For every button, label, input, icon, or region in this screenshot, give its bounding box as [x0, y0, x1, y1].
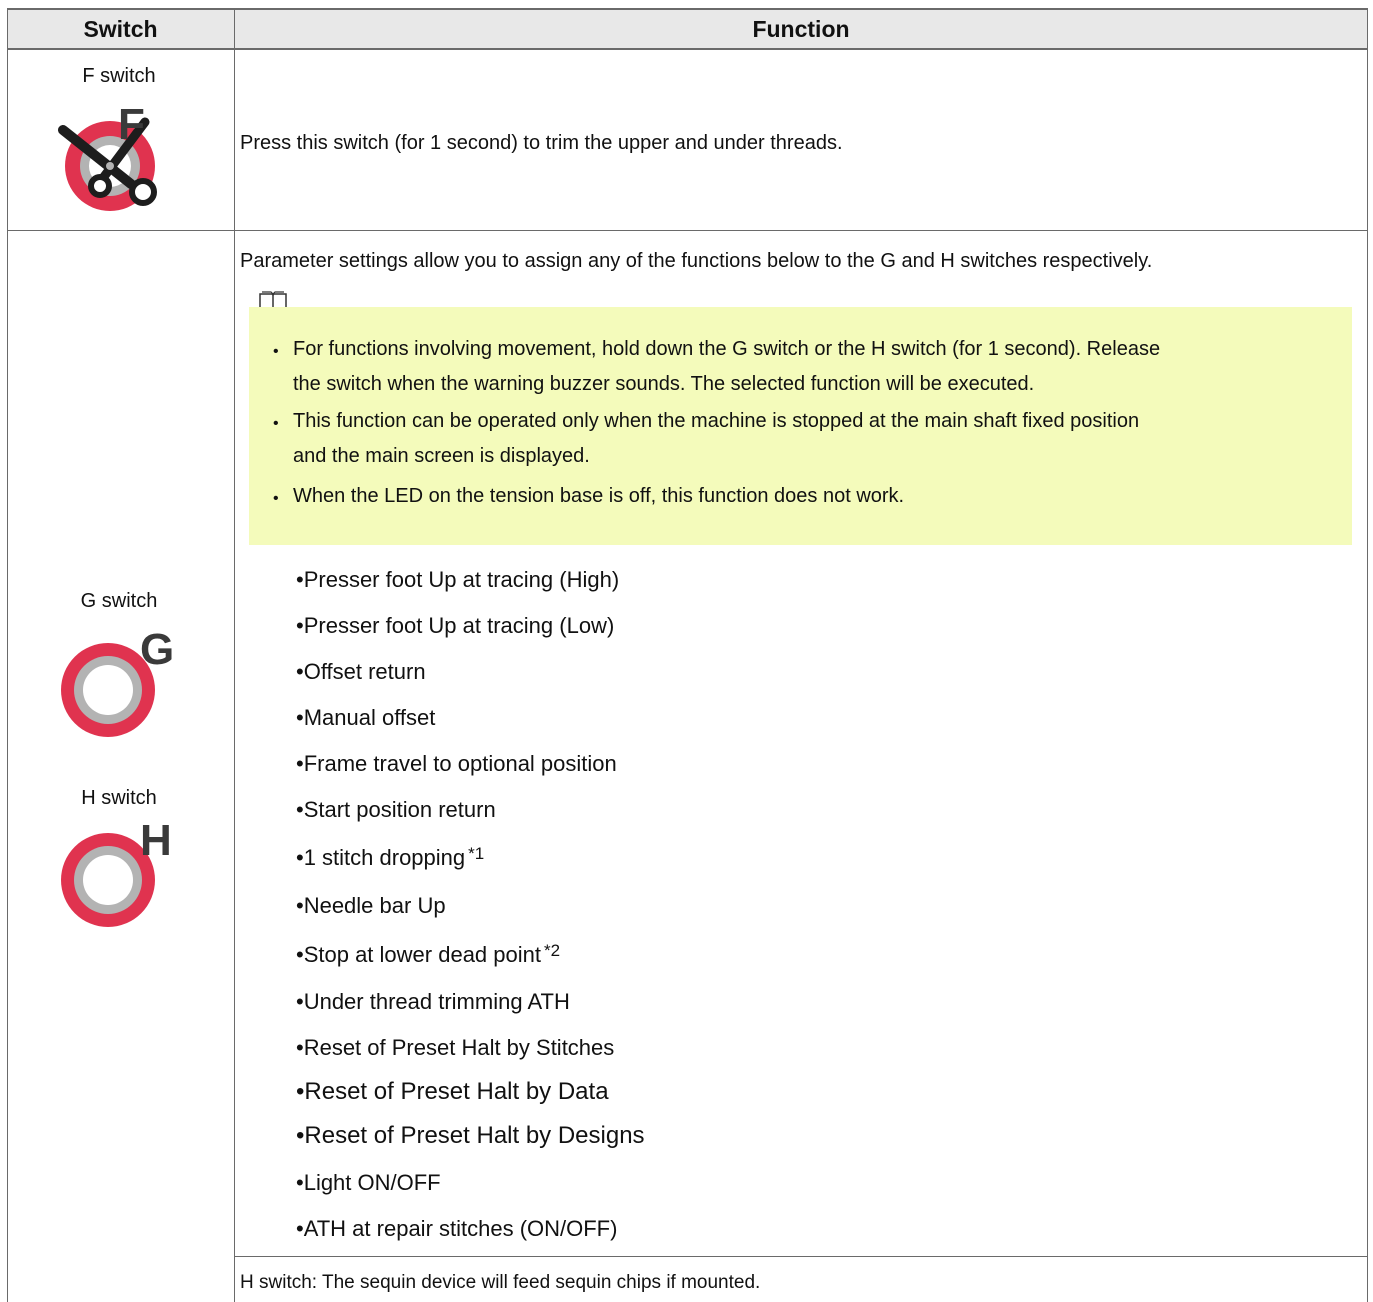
g-letter: G [140, 625, 175, 674]
list-bullet: • [296, 1216, 304, 1241]
footnote-marker: *2 [543, 941, 561, 960]
list-item: •1 stitch dropping *1 [296, 844, 485, 871]
list-item: •Needle bar Up [296, 893, 446, 919]
list-bullet: • [296, 1035, 304, 1060]
list-bullet: • [296, 659, 304, 684]
f-function-text: Press this switch (for 1 second) to trim… [240, 132, 843, 154]
f-switch-label: F switch [82, 65, 156, 87]
intro-text: Parameter settings allow you to assign a… [240, 250, 1153, 272]
list-item: •Light ON/OFF [296, 1170, 441, 1196]
list-item: •Under thread trimming ATH [296, 989, 570, 1015]
footnote-marker: *1 [468, 844, 485, 863]
table-border-right [1367, 8, 1368, 1302]
g-switch-label: G switch [80, 590, 158, 612]
table-border-left [7, 8, 8, 1302]
header-divider [7, 48, 1368, 50]
sequin-note: H switch: The sequin device will feed se… [240, 1272, 761, 1293]
list-item-text: Stop at lower dead point [303, 942, 541, 967]
list-item: •Reset of Preset Halt by Designs [296, 1122, 645, 1150]
list-bullet: • [296, 942, 304, 967]
list-item-text: ATH at repair stitches (ON/OFF) [303, 1216, 618, 1241]
column-divider [234, 8, 235, 1302]
list-item-text: Reset of Preset Halt by Designs [304, 1122, 645, 1149]
header-function: Function [752, 16, 850, 42]
list-item-text: Start position return [303, 797, 496, 822]
row-divider [7, 230, 1368, 231]
f-letter: F [118, 100, 145, 149]
list-item-text: Needle bar Up [303, 893, 446, 918]
list-item: •Reset of Preset Halt by Stitches [296, 1035, 614, 1061]
list-item-text: 1 stitch dropping [303, 845, 466, 870]
table-border-top [7, 8, 1368, 10]
list-item-text: Light ON/OFF [303, 1170, 441, 1195]
list-item-text: Reset of Preset Halt by Stitches [303, 1035, 615, 1060]
list-item-text: Reset of Preset Halt by Data [304, 1078, 609, 1105]
list-item-text: Under thread trimming ATH [303, 989, 570, 1014]
list-item: •Offset return [296, 659, 426, 685]
list-item-text: Manual offset [303, 705, 436, 730]
list-item: •Manual offset [296, 705, 435, 731]
list-item: •ATH at repair stitches (ON/OFF) [296, 1216, 617, 1242]
list-item: •Start position return [296, 797, 496, 823]
list-item-text: Presser foot Up at tracing (High) [303, 567, 620, 592]
note-line: For functions involving movement, hold d… [293, 338, 1161, 360]
list-item: •Presser foot Up at tracing (Low) [296, 613, 614, 639]
list-item: •Frame travel to optional position [296, 751, 617, 777]
note-line: This function can be operated only when … [293, 410, 1140, 432]
note-bullet: • [273, 415, 279, 432]
list-bullet: • [296, 797, 304, 822]
note-bullet: • [273, 343, 279, 360]
list-item: •Presser foot Up at tracing (High) [296, 567, 619, 593]
list-item: •Reset of Preset Halt by Data [296, 1078, 609, 1106]
list-item: •Stop at lower dead point *2 [296, 941, 561, 968]
h-letter: H [140, 816, 172, 865]
list-bullet: • [296, 613, 304, 638]
subrow-divider [234, 1256, 1368, 1257]
note-line: and the main screen is displayed. [293, 445, 590, 467]
list-item-text: Presser foot Up at tracing (Low) [303, 613, 615, 638]
list-bullet: • [296, 705, 304, 730]
list-item-text: Frame travel to optional position [303, 751, 617, 776]
list-bullet: • [296, 567, 304, 592]
note-bullet: • [273, 490, 279, 507]
list-bullet: • [296, 893, 304, 918]
list-bullet: • [296, 751, 304, 776]
header-switch: Switch [83, 16, 158, 42]
h-switch-label: H switch [81, 787, 157, 809]
note-line: When the LED on the tension base is off,… [293, 485, 905, 507]
list-bullet: • [296, 1170, 304, 1195]
list-bullet: • [296, 989, 304, 1014]
note-line: the switch when the warning buzzer sound… [293, 373, 1035, 395]
list-bullet: • [296, 845, 304, 870]
list-item-text: Offset return [303, 659, 426, 684]
